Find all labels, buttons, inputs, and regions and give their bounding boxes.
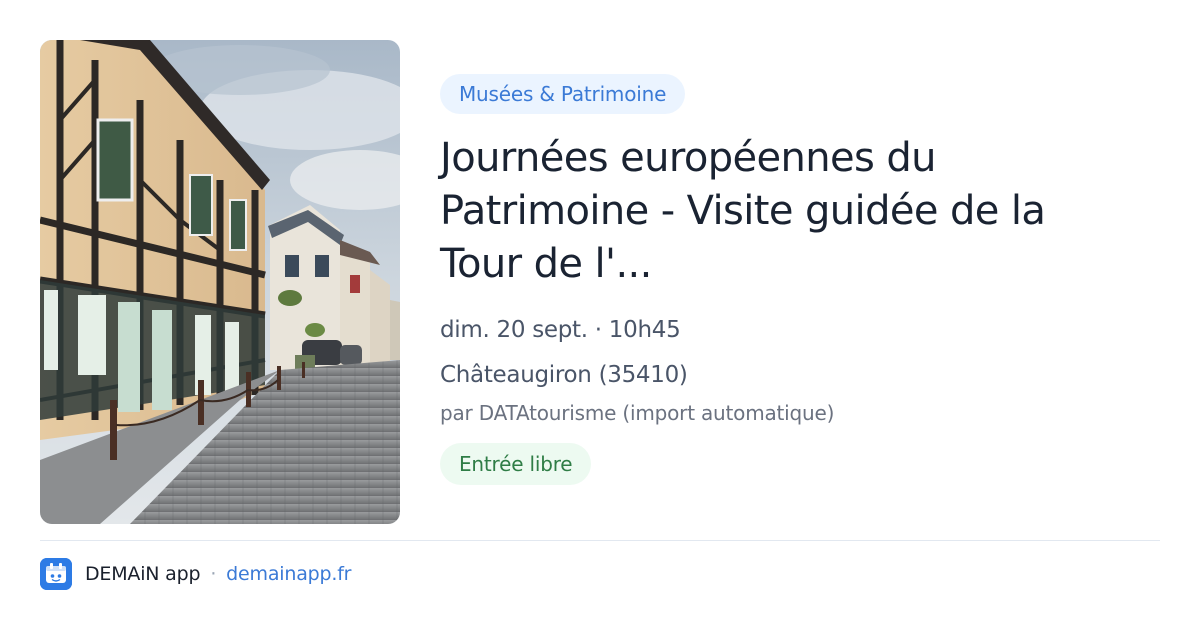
event-date-time: dim. 20 sept. · 10h45: [440, 317, 681, 343]
price-badge: Entrée libre: [440, 443, 592, 485]
app-name: DEMAiN app: [85, 563, 201, 585]
event-photo: [40, 40, 400, 524]
event-info: Musées & Patrimoine Journées européennes…: [440, 74, 1140, 485]
footer-divider: [40, 540, 1160, 541]
demain-app-icon: [40, 558, 72, 590]
event-location: Châteaugiron (35410): [440, 362, 688, 388]
footer-separator: ·: [210, 563, 217, 585]
footer: DEMAiN app · demainapp.fr: [40, 558, 352, 590]
event-title[interactable]: Journées européennes du Patrimoine - Vis…: [440, 132, 1120, 291]
event-card[interactable]: Musées & Patrimoine Journées européennes…: [0, 0, 1200, 630]
app-url-link[interactable]: demainapp.fr: [226, 563, 351, 585]
category-badge[interactable]: Musées & Patrimoine: [440, 74, 686, 114]
event-source: par DATAtourisme (import automatique): [440, 401, 835, 425]
